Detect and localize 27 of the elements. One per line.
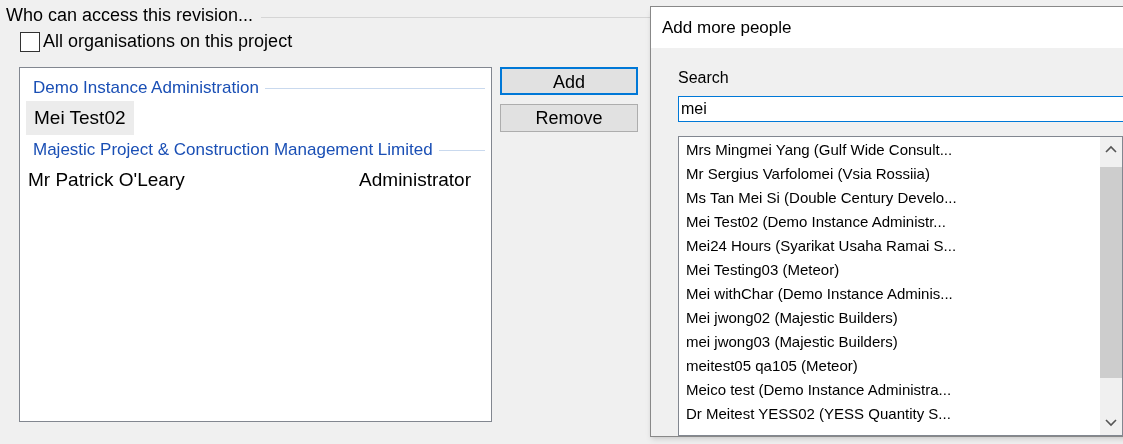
organisation-heading: Demo Instance Administration (33, 77, 259, 100)
person-result[interactable]: Mei24 Hours (Syarikat Usaha Ramai S... (686, 234, 957, 258)
person-result[interactable]: Mr Sergius Varfolomei (Vsia Rossiia) (686, 162, 930, 186)
search-field[interactable]: mei (678, 96, 1123, 122)
scroll-down-icon (1105, 419, 1117, 427)
person-result[interactable]: mei jwong03 (Majestic Builders) (686, 330, 898, 354)
scroll-up-icon (1105, 145, 1117, 153)
all-organisations-checkbox[interactable]: All organisations on this project (20, 28, 293, 55)
scrollbar-thumb[interactable] (1100, 167, 1122, 378)
person-result[interactable]: Mei jwong02 (Majestic Builders) (686, 306, 898, 330)
organisation-heading: Majestic Project & Construction Management Limited (33, 139, 433, 162)
person-result[interactable]: Meico test (Demo Instance Administra... (686, 378, 952, 402)
person-result[interactable]: Dr Meitest YESS02 (YESS Quantity S... (686, 402, 951, 426)
action-button[interactable]: Remove (500, 104, 638, 132)
member-name[interactable]: Mr Patrick O'Leary (20, 162, 193, 198)
person-result[interactable]: Mrs Mingmei Yang (Gulf Wide Consult... (686, 138, 953, 162)
person-result[interactable]: Ms Tan Mei Si (Double Century Develo... (686, 186, 957, 210)
member-name[interactable]: Mei Test02 (26, 100, 134, 136)
person-result[interactable]: Mei Test02 (Demo Instance Administr... (686, 210, 946, 234)
person-result[interactable]: Mei withChar (Demo Instance Adminis... (686, 282, 953, 306)
person-result[interactable]: meitest05 qa105 (Meteor) (686, 354, 858, 378)
member-role: Administrator (359, 167, 471, 192)
action-button[interactable]: Add (500, 67, 638, 95)
person-result[interactable]: Mei Testing03 (Meteor) (686, 258, 840, 282)
search-label: Search (678, 68, 729, 88)
group-title: Who can access this revision... (6, 4, 254, 26)
dialog-title: Add more people (662, 16, 792, 39)
